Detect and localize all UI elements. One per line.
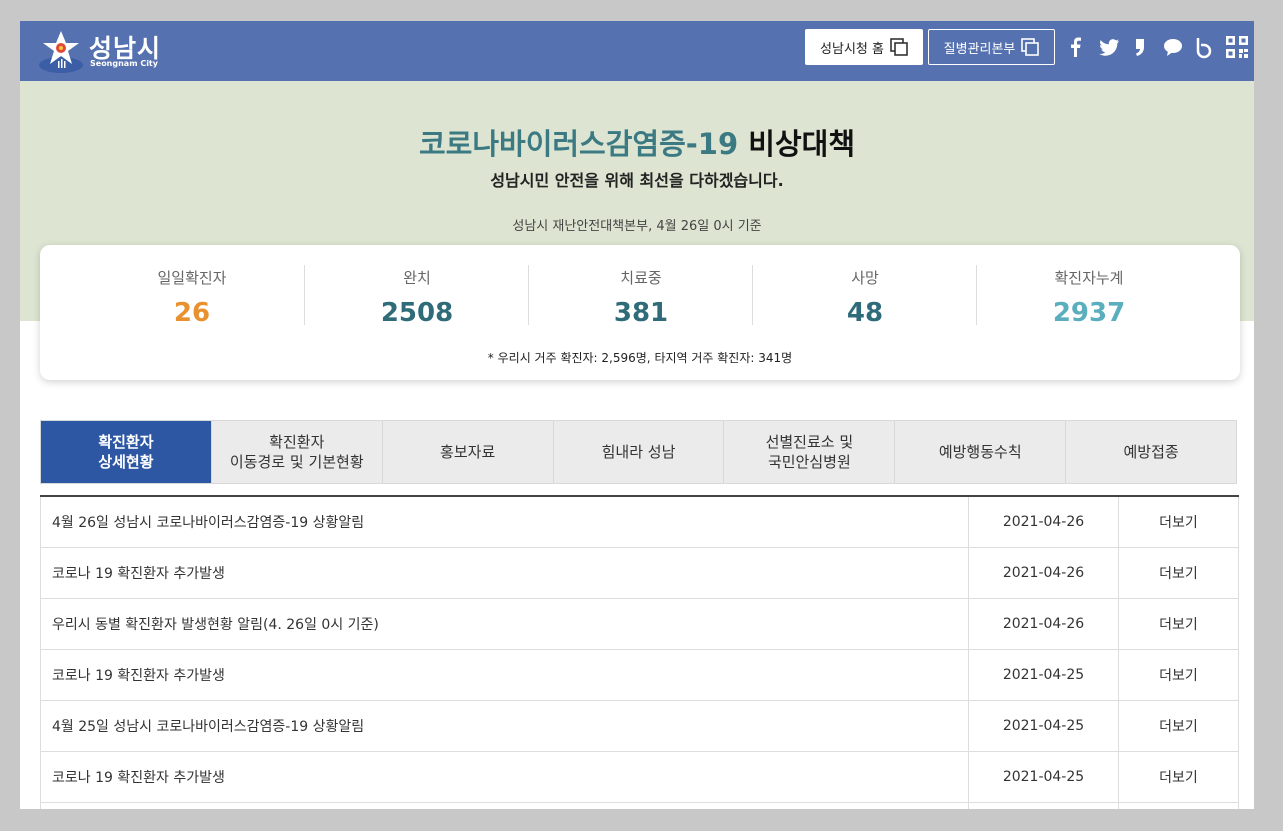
notice-date: 2021-04-26: [968, 497, 1118, 547]
stat-label: 사망: [851, 269, 879, 287]
notice-date: [968, 803, 1118, 809]
stat-deaths: 사망 48: [752, 265, 977, 328]
stat-value: 48: [846, 298, 884, 328]
list-item: [40, 803, 1239, 809]
notice-title-link[interactable]: 코로나 19 확진환자 추가발생: [41, 752, 968, 802]
tab-screening-clinics[interactable]: 선별진료소 및 국민안심병원: [723, 421, 894, 483]
page-title-accent: 코로나바이러스감염증-19: [418, 127, 739, 161]
list-item: 코로나 19 확진환자 추가발생 2021-04-25 더보기: [40, 752, 1239, 803]
tab-confirmed-details[interactable]: 확진환자 상세현황: [41, 421, 211, 483]
notice-date: 2021-04-25: [968, 701, 1118, 751]
page-title-rest: 비상대책: [748, 127, 856, 161]
stats-footnote: * 우리시 거주 확진자: 2,596명, 타지역 거주 확진자: 341명: [487, 351, 793, 365]
notice-title-link[interactable]: 코로나 19 확진환자 추가발생: [41, 548, 968, 598]
tab-movement-paths[interactable]: 확진환자 이동경로 및 기본현황: [210, 421, 382, 483]
seongnam-emblem-icon: [39, 31, 83, 73]
band-icon[interactable]: [1193, 35, 1215, 59]
page-subtitle: 성남시민 안전을 위해 최선을 다하겠습니다.: [490, 171, 784, 190]
stat-label: 확진자누계: [1054, 269, 1124, 287]
twitter-icon[interactable]: [1097, 35, 1119, 59]
logo-english-text: Seongnam City: [90, 59, 158, 68]
social-links: [1065, 35, 1248, 59]
notice-date: 2021-04-25: [968, 752, 1118, 802]
notice-list: 4월 26일 성남시 코로나바이러스감염증-19 상황알림 2021-04-26…: [40, 495, 1239, 809]
notice-title-link[interactable]: 코로나 19 확진환자 추가발생: [41, 650, 968, 700]
tab-cheer-up-seongnam[interactable]: 힘내라 성남: [552, 421, 724, 483]
stat-recovered: 완치 2508: [304, 265, 529, 328]
stat-in-treatment: 치료중 381: [528, 265, 753, 328]
list-item: 4월 25일 성남시 코로나바이러스감염증-19 상황알림 2021-04-25…: [40, 701, 1239, 752]
stat-cumulative: 확진자누계 2937: [976, 265, 1201, 328]
stat-value: 2508: [380, 298, 454, 328]
kdca-button[interactable]: 질병관리본부: [928, 29, 1055, 65]
stat-label: 일일확진자: [157, 269, 227, 287]
notice-date: 2021-04-26: [968, 599, 1118, 649]
page-title: 코로나바이러스감염증-19 비상대책: [20, 121, 1254, 163]
notice-title-link[interactable]: 우리시 동별 확진환자 발생현황 알림(4. 26일 0시 기준): [41, 599, 968, 649]
more-link[interactable]: 더보기: [1118, 599, 1238, 649]
covid-stats-card: 일일확진자 26 완치 2508 치료중 381 사망 48 확진자누계 293…: [40, 245, 1240, 380]
notice-title-link[interactable]: 4월 25일 성남시 코로나바이러스감염증-19 상황알림: [41, 701, 968, 751]
list-item: 4월 26일 성남시 코로나바이러스감염증-19 상황알림 2021-04-26…: [40, 497, 1239, 548]
more-link[interactable]: 더보기: [1118, 497, 1238, 547]
data-source-text: 성남시 재난안전대책본부, 4월 26일 0시 기준: [512, 219, 762, 234]
content-tabs: 확진환자 상세현황 확진환자 이동경로 및 기본현황 홍보자료 힘내라 성남 선…: [40, 420, 1237, 484]
kakao-talk-icon[interactable]: [1161, 35, 1183, 59]
tab-vaccination[interactable]: 예방접종: [1065, 421, 1236, 483]
seongnam-logo[interactable]: 성남시 Seongnam City: [38, 27, 168, 75]
stat-label: 치료중: [620, 269, 662, 287]
top-header: 성남시 Seongnam City 성남시청 홈 질병관리본부: [20, 21, 1254, 81]
stat-value: 26: [173, 298, 211, 328]
list-item: 우리시 동별 확진환자 발생현황 알림(4. 26일 0시 기준) 2021-0…: [40, 599, 1239, 650]
city-hall-home-label: 성남시청 홈: [820, 41, 884, 57]
stat-value: 381: [613, 298, 669, 328]
list-item: 코로나 19 확진환자 추가발생 2021-04-26 더보기: [40, 548, 1239, 599]
list-item: 코로나 19 확진환자 추가발생 2021-04-25 더보기: [40, 650, 1239, 701]
notice-title-link[interactable]: 4월 26일 성남시 코로나바이러스감염증-19 상황알림: [41, 497, 968, 547]
stat-value: 2937: [1052, 298, 1126, 328]
more-link[interactable]: 더보기: [1118, 701, 1238, 751]
notice-date: 2021-04-26: [968, 548, 1118, 598]
notice-date: 2021-04-25: [968, 650, 1118, 700]
facebook-icon[interactable]: [1065, 35, 1087, 59]
browser-page: 성남시 Seongnam City 성남시청 홈 질병관리본부 코로나바이러스감…: [20, 21, 1254, 809]
more-link[interactable]: 더보기: [1118, 650, 1238, 700]
tab-prevention-rules[interactable]: 예방행동수칙: [894, 421, 1065, 483]
stat-label: 완치: [403, 269, 431, 287]
blog-quote-icon[interactable]: [1129, 35, 1151, 59]
tab-promo-materials[interactable]: 홍보자료: [381, 421, 553, 483]
more-link-empty[interactable]: [1118, 803, 1238, 809]
city-hall-home-button[interactable]: 성남시청 홈: [805, 29, 923, 65]
qr-code-icon[interactable]: [1225, 35, 1248, 59]
new-window-icon: [1021, 38, 1040, 56]
notice-title-link[interactable]: [41, 803, 968, 809]
more-link[interactable]: 더보기: [1118, 548, 1238, 598]
kdca-label: 질병관리본부: [943, 41, 1016, 57]
more-link[interactable]: 더보기: [1118, 752, 1238, 802]
new-window-icon: [890, 38, 908, 56]
stat-daily-confirmed: 일일확진자 26: [80, 265, 304, 328]
